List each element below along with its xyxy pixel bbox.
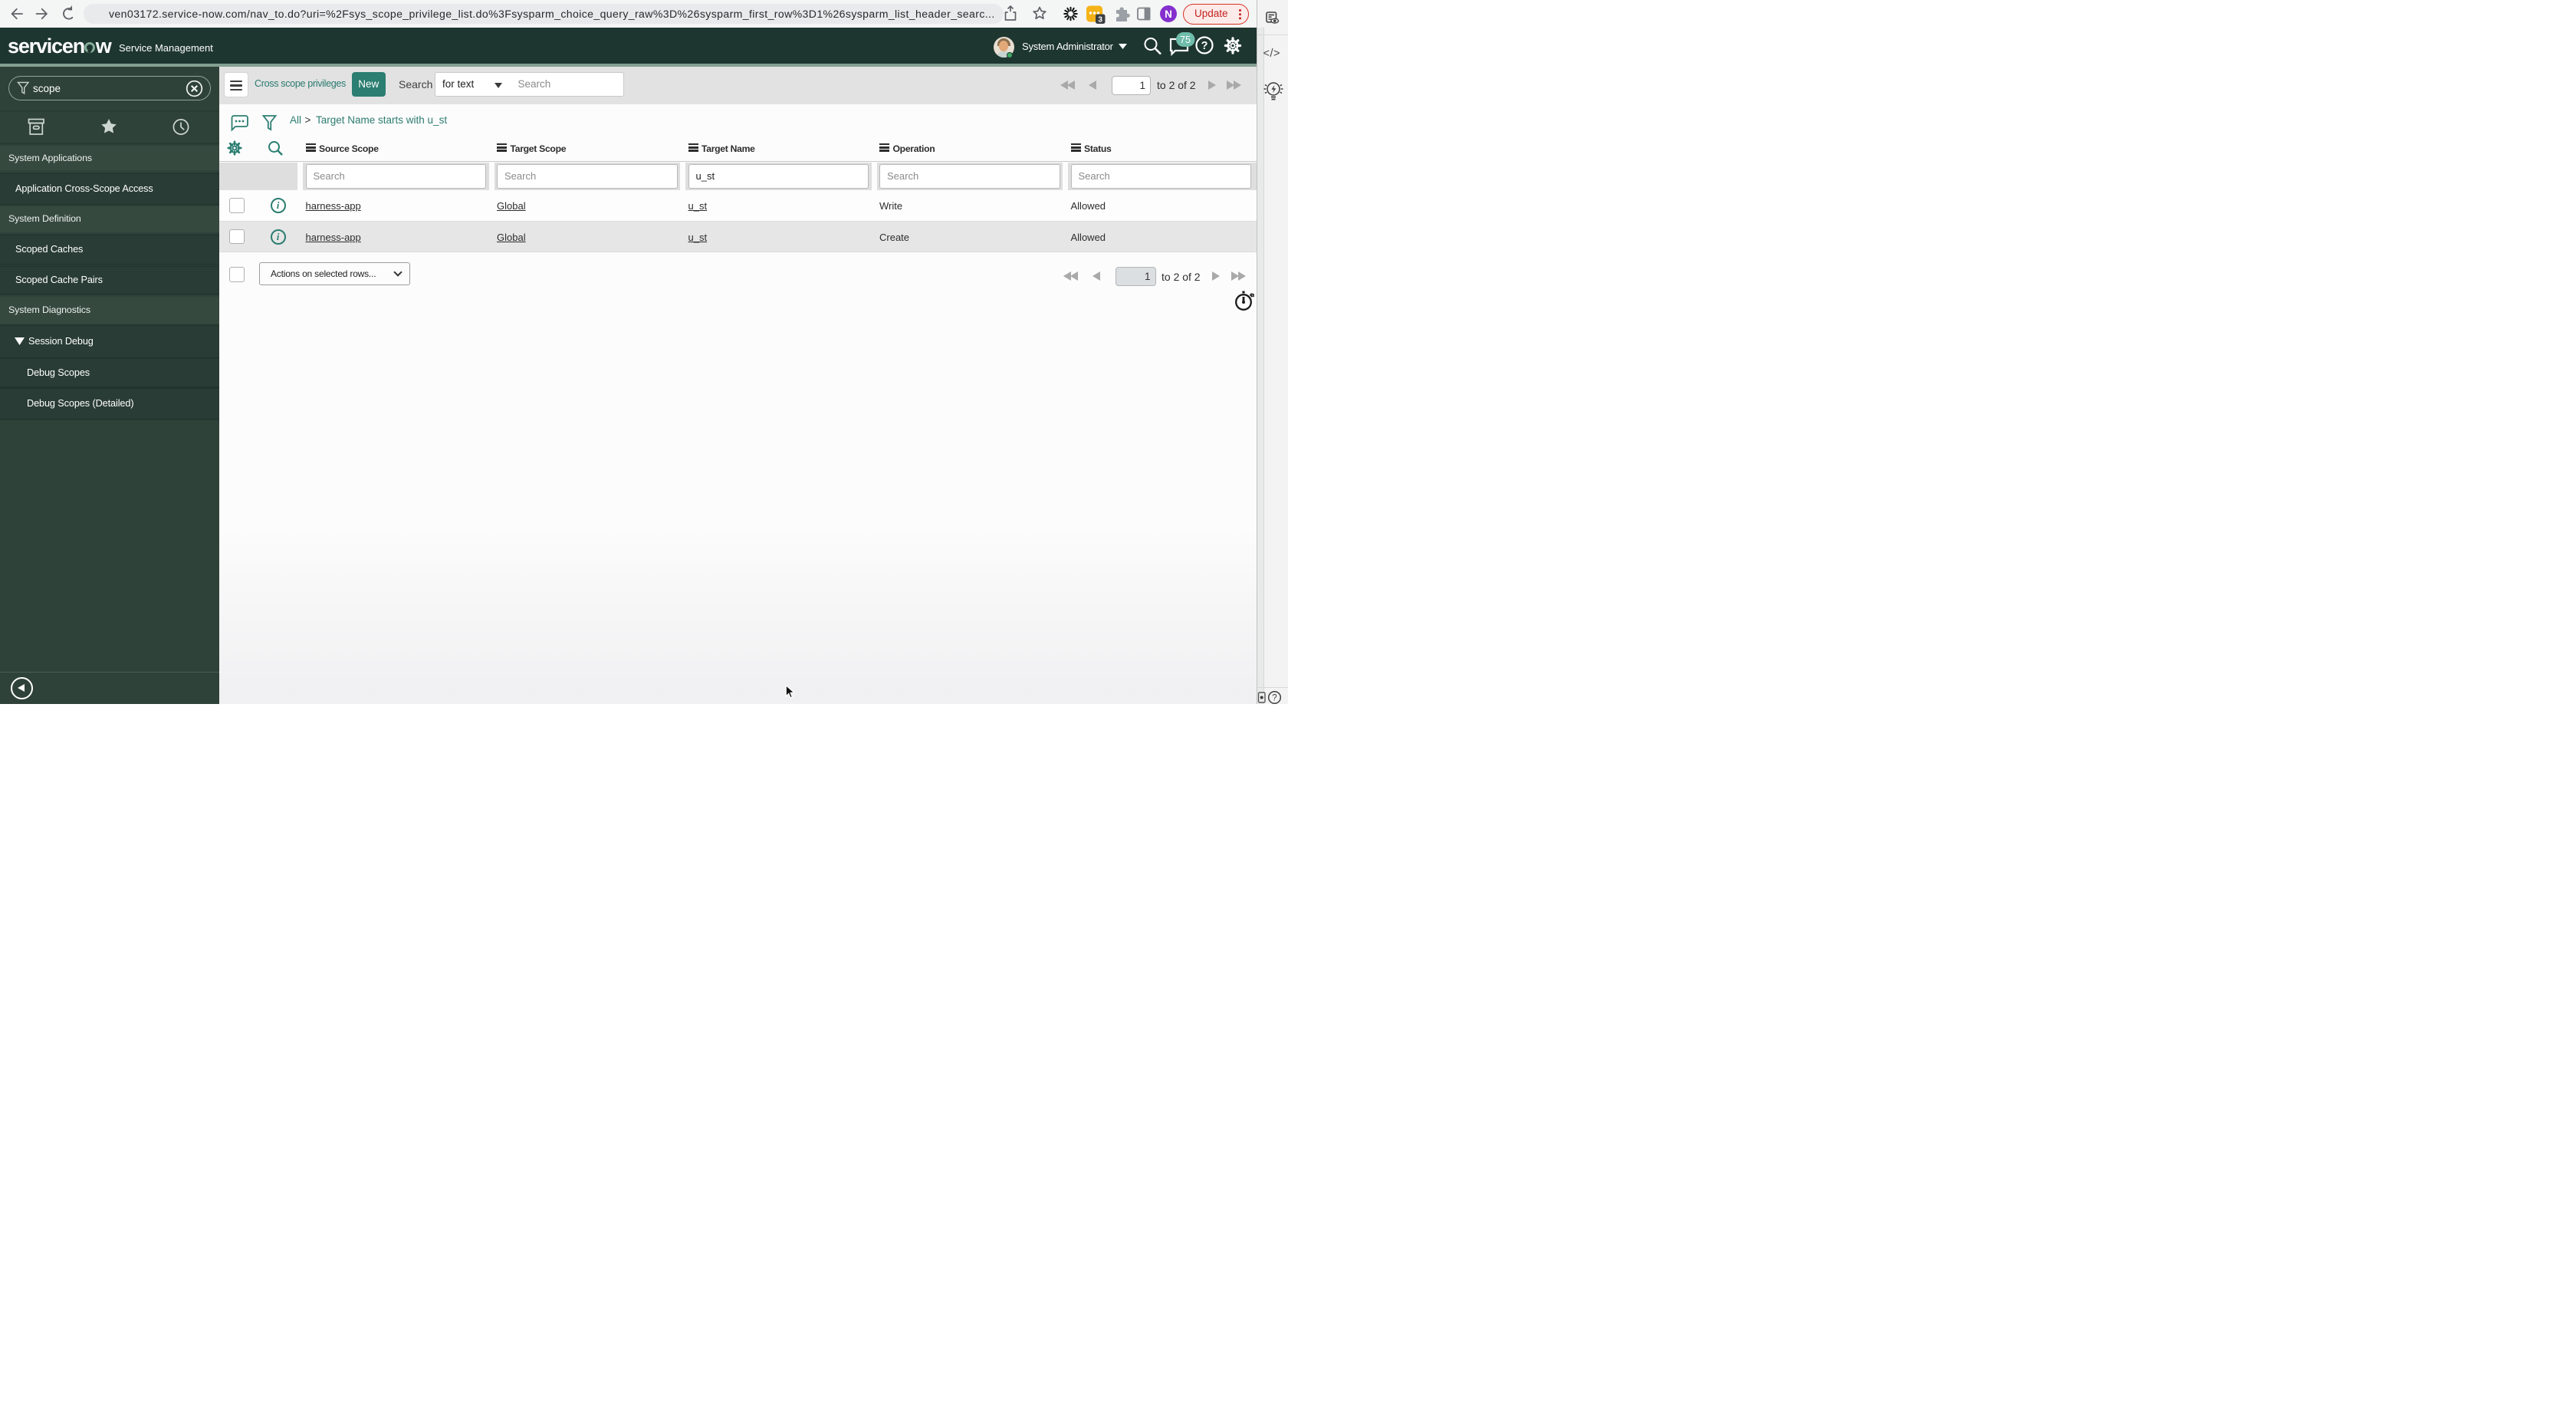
svg-text:3: 3 xyxy=(1098,15,1102,24)
svg-text:75: 75 xyxy=(1180,35,1191,45)
svg-text:?: ? xyxy=(1201,40,1208,52)
svg-text:N: N xyxy=(1165,8,1172,20)
svg-text:?: ? xyxy=(1272,694,1276,703)
